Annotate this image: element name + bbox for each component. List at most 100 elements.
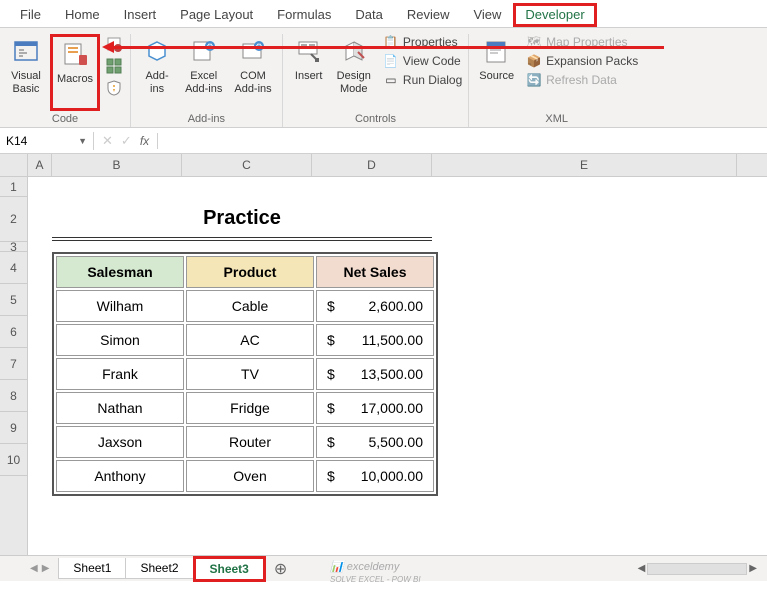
sheet-tab-3[interactable]: Sheet3	[193, 556, 266, 582]
map-properties-button: 🗺Map Properties	[526, 34, 638, 50]
cell-salesman[interactable]: Frank	[56, 358, 184, 390]
ribbon-group-xml: Source 🗺Map Properties 📦Expansion Packs …	[469, 34, 644, 127]
scroll-right-icon[interactable]: ▶	[749, 563, 757, 574]
cell-grid[interactable]: Practice Salesman Product Net Sales Wilh…	[28, 177, 767, 555]
refresh-icon: 🔄	[526, 72, 542, 88]
row-header-8[interactable]: 8	[0, 380, 27, 412]
cell-sales[interactable]: $17,000.00	[316, 392, 434, 424]
select-all-corner[interactable]	[0, 154, 28, 176]
sheet-nav-prev-icon[interactable]: ◀	[30, 563, 38, 574]
tab-view[interactable]: View	[461, 3, 513, 27]
name-box[interactable]: K14 ▼	[0, 132, 94, 150]
row-header-6[interactable]: 6	[0, 316, 27, 348]
tab-home[interactable]: Home	[53, 3, 112, 27]
cell-salesman[interactable]: Nathan	[56, 392, 184, 424]
header-product[interactable]: Product	[186, 256, 314, 288]
relative-ref-icon[interactable]	[104, 56, 124, 76]
tab-developer[interactable]: Developer	[513, 3, 596, 27]
row-header-10[interactable]: 10	[0, 444, 27, 476]
cell-salesman[interactable]: Wilham	[56, 290, 184, 322]
name-box-dropdown-icon[interactable]: ▼	[78, 136, 87, 146]
tab-insert[interactable]: Insert	[112, 3, 169, 27]
ribbon-group-controls: Insert Design Mode 📋Properties 📄View Cod…	[283, 34, 470, 127]
com-addins-icon: ⚙	[237, 36, 269, 68]
cancel-formula-icon[interactable]: ✕	[102, 133, 113, 149]
tab-file[interactable]: File	[8, 3, 53, 27]
cell-salesman[interactable]: Jaxson	[56, 426, 184, 458]
addins-icon	[141, 36, 173, 68]
tab-data[interactable]: Data	[343, 3, 394, 27]
ribbon-group-addins: Add- ins ⚙ Excel Add-ins ⚙ COM Add-ins A…	[131, 34, 283, 127]
row-header-2[interactable]: 2	[0, 197, 27, 242]
sheet-tab-2[interactable]: Sheet2	[125, 558, 193, 579]
col-header-c[interactable]: C	[182, 154, 312, 176]
cell-product[interactable]: AC	[186, 324, 314, 356]
fx-icon[interactable]: fx	[140, 134, 149, 148]
row-header-3[interactable]: 3	[0, 242, 27, 252]
add-sheet-button[interactable]: ⊕	[266, 559, 295, 579]
cell-salesman[interactable]: Simon	[56, 324, 184, 356]
cell-sales[interactable]: $10,000.00	[316, 460, 434, 492]
svg-text:⚙: ⚙	[206, 42, 213, 51]
run-dialog-button[interactable]: ▭Run Dialog	[383, 72, 462, 88]
cell-sales[interactable]: $11,500.00	[316, 324, 434, 356]
cell-product[interactable]: Router	[186, 426, 314, 458]
cell-sales[interactable]: $5,500.00	[316, 426, 434, 458]
macros-button[interactable]: Macros	[50, 34, 100, 111]
view-code-icon: 📄	[383, 53, 399, 69]
cell-salesman[interactable]: Anthony	[56, 460, 184, 492]
visual-basic-button[interactable]: Visual Basic	[6, 34, 46, 111]
tab-formulas[interactable]: Formulas	[265, 3, 343, 27]
table-row[interactable]: NathanFridge$17,000.00	[56, 392, 434, 424]
scroll-left-icon[interactable]: ◀	[638, 563, 646, 574]
col-header-a[interactable]: A	[28, 154, 52, 176]
view-code-button[interactable]: 📄View Code	[383, 53, 462, 69]
com-addins-button[interactable]: ⚙ COM Add-ins	[230, 34, 275, 111]
expansion-packs-button[interactable]: 📦Expansion Packs	[526, 53, 638, 69]
table-row[interactable]: WilhamCable$2,600.00	[56, 290, 434, 322]
excel-addins-button[interactable]: ⚙ Excel Add-ins	[181, 34, 226, 111]
row-header-1[interactable]: 1	[0, 177, 27, 197]
horizontal-scrollbar[interactable]: ◀ ▶	[638, 563, 757, 575]
cell-product[interactable]: TV	[186, 358, 314, 390]
macro-security-icon[interactable]	[104, 78, 124, 98]
ribbon: Visual Basic Macros Code Add- ins	[0, 28, 767, 128]
tab-review[interactable]: Review	[395, 3, 462, 27]
header-salesman[interactable]: Salesman	[56, 256, 184, 288]
sheet-nav-next-icon[interactable]: ▶	[42, 563, 50, 574]
row-header-4[interactable]: 4	[0, 252, 27, 284]
cell-sales[interactable]: $2,600.00	[316, 290, 434, 322]
cell-sales[interactable]: $13,500.00	[316, 358, 434, 390]
cell-product[interactable]: Oven	[186, 460, 314, 492]
source-button[interactable]: Source	[475, 34, 518, 111]
col-header-e[interactable]: E	[432, 154, 737, 176]
row-header-9[interactable]: 9	[0, 412, 27, 444]
col-header-d[interactable]: D	[312, 154, 432, 176]
formula-bar: K14 ▼ ✕ ✓ fx	[0, 128, 767, 154]
confirm-formula-icon[interactable]: ✓	[121, 133, 132, 149]
insert-control-button[interactable]: Insert	[289, 34, 329, 111]
properties-button[interactable]: 📋Properties	[383, 34, 462, 50]
table-row[interactable]: JaxsonRouter$5,500.00	[56, 426, 434, 458]
table-row[interactable]: SimonAC$11,500.00	[56, 324, 434, 356]
design-mode-label: Design Mode	[337, 70, 371, 96]
data-table: Salesman Product Net Sales WilhamCable$2…	[52, 252, 438, 496]
sheet-tab-1[interactable]: Sheet1	[58, 558, 126, 579]
map-properties-icon: 🗺	[526, 34, 542, 50]
header-netsales[interactable]: Net Sales	[316, 256, 434, 288]
table-row[interactable]: FrankTV$13,500.00	[56, 358, 434, 390]
xml-group-label: XML	[475, 111, 638, 127]
cell-product[interactable]: Cable	[186, 290, 314, 322]
addins-button[interactable]: Add- ins	[137, 34, 177, 111]
design-mode-button[interactable]: Design Mode	[333, 34, 375, 111]
properties-label: Properties	[403, 35, 458, 49]
table-row[interactable]: AnthonyOven$10,000.00	[56, 460, 434, 492]
record-macro-icon[interactable]	[104, 34, 124, 54]
col-header-b[interactable]: B	[52, 154, 182, 176]
row-header-5[interactable]: 5	[0, 284, 27, 316]
addins-label: Add- ins	[145, 70, 168, 96]
tab-page-layout[interactable]: Page Layout	[168, 3, 265, 27]
cell-product[interactable]: Fridge	[186, 392, 314, 424]
scroll-track[interactable]	[647, 563, 747, 575]
row-header-7[interactable]: 7	[0, 348, 27, 380]
